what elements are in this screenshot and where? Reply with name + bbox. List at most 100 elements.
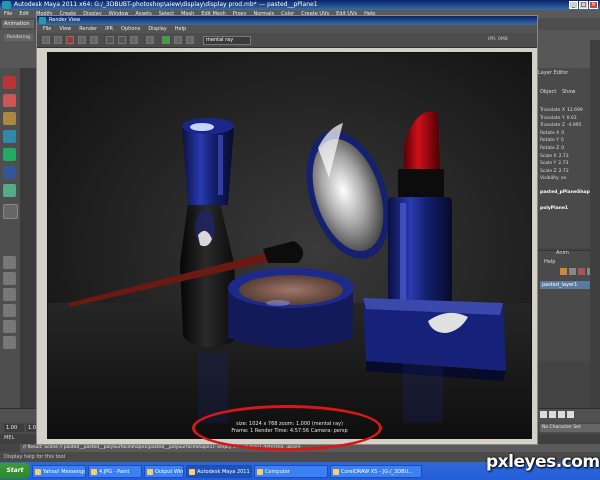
channel-attribute-value[interactable]: -4.995 (567, 123, 582, 128)
persp-graph-layout-icon[interactable] (3, 304, 16, 317)
start-button[interactable]: Start (0, 463, 30, 479)
render-view-menu-item[interactable]: File (43, 25, 51, 33)
task-app-icon (147, 469, 153, 475)
shelf-tab[interactable]: Rendering (4, 34, 33, 41)
single-perspective-layout-icon[interactable] (3, 256, 16, 269)
channel-input-name[interactable]: polyPlane1 (540, 206, 568, 211)
task-label: Yahoo! Messenger (43, 469, 86, 475)
channel-attribute-value[interactable]: 12.699 (567, 108, 583, 113)
channel-attribute-row[interactable]: Rotate Z0 (540, 146, 564, 151)
render-view-menu-item[interactable]: IPR (105, 25, 113, 33)
refresh-ipr-icon[interactable] (90, 36, 98, 44)
channel-attribute-value[interactable]: 2.73 (559, 169, 569, 174)
character-set-dropdown[interactable]: No Character Set (540, 424, 600, 432)
layer-menu-help[interactable]: Help (544, 259, 555, 265)
channel-attribute-row[interactable]: Translate Y 0.03 (540, 116, 577, 121)
channel-attribute-name: Visibility (540, 176, 559, 182)
channel-attribute-row[interactable]: Scale Y 2.73 (540, 161, 568, 166)
layer-tab-anim[interactable]: Anim (556, 250, 569, 256)
move-tool-icon[interactable] (3, 130, 16, 143)
snapshot-icon[interactable] (66, 36, 74, 44)
rgb-channels-icon[interactable] (106, 36, 114, 44)
channel-attribute-name: Rotate Y (540, 138, 559, 144)
hypershade-layout-icon[interactable] (3, 320, 16, 333)
taskbar-task-button[interactable]: 4.JPG - Paint (88, 465, 142, 478)
persp-outliner-layout-icon[interactable] (3, 288, 16, 301)
channel-attribute-row[interactable]: Scale Z 2.73 (540, 169, 569, 174)
real-size-icon[interactable] (146, 36, 154, 44)
lipstick-reflection (403, 353, 443, 423)
maximize-button[interactable]: □ (579, 1, 588, 9)
render-region-icon[interactable] (54, 36, 62, 44)
new-layer-icon[interactable] (560, 268, 567, 275)
scale-tool-icon[interactable] (3, 166, 16, 179)
persp-hypershade-layout-icon[interactable] (3, 336, 16, 349)
four-view-layout-icon[interactable] (3, 272, 16, 285)
menu-set-dropdown[interactable]: Animation (2, 20, 34, 28)
new-layer-selected-icon[interactable] (569, 268, 576, 275)
channel-attribute-value[interactable]: 0 (561, 138, 564, 143)
maya-title-bar: Autodesk Maya 2011 x64: G:/_3DBUBT-photo… (0, 0, 600, 10)
channel-attribute-value[interactable]: on (561, 176, 567, 181)
ipr-icon[interactable] (78, 36, 86, 44)
render-view-menu-item[interactable]: Help (175, 25, 186, 33)
channel-attribute-value[interactable]: 0 (561, 131, 564, 136)
annotation-red-ellipse (192, 405, 382, 451)
renderer-dropdown[interactable]: mental ray (203, 36, 251, 45)
taskbar-task-button[interactable]: CorelDRAW X5 - [G:/_3DBU... (330, 465, 422, 478)
alpha-channel-icon[interactable] (118, 36, 126, 44)
task-label: 4.JPG - Paint (99, 469, 130, 475)
channel-attribute-row[interactable]: Visibility on (540, 176, 566, 181)
keep-image-icon[interactable] (162, 36, 170, 44)
render-view-menu-item[interactable]: View (59, 25, 71, 33)
channel-attribute-row[interactable]: Translate X 12.699 (540, 108, 583, 113)
channel-attribute-row[interactable]: Translate Z -4.995 (540, 123, 581, 128)
maya-menu-item[interactable]: File (4, 10, 12, 18)
display-image-icon[interactable] (186, 36, 194, 44)
step-forward-icon[interactable] (558, 411, 565, 418)
paint-select-tool-icon[interactable] (3, 112, 16, 125)
select-tool-icon[interactable] (3, 76, 16, 89)
remove-image-icon[interactable] (174, 36, 182, 44)
channel-attribute-name: Rotate X (540, 130, 560, 136)
channel-shape-name[interactable]: pasted_pPlaneShape1 (540, 190, 596, 195)
last-tool-icon[interactable] (3, 204, 18, 219)
minimize-button[interactable]: _ (569, 1, 578, 9)
render-view-title-bar[interactable]: Render View (37, 16, 537, 25)
channel-attribute-value[interactable]: 2.73 (558, 161, 568, 166)
channel-attribute-value[interactable]: 0 (561, 146, 564, 151)
rotate-tool-icon[interactable] (3, 148, 16, 161)
play-forward-icon[interactable] (549, 411, 556, 418)
channel-box-tab-object[interactable]: Object (540, 89, 556, 95)
render-view-menu-bar: File View Render IPR Options Display Help (37, 25, 537, 33)
taskbar-task-button[interactable]: Yahoo! Messenger (32, 465, 86, 478)
mel-label[interactable]: MEL (4, 435, 14, 441)
taskbar-task-button[interactable]: Computer (254, 465, 328, 478)
maya-menu-item[interactable]: Edit (19, 10, 29, 18)
channel-attribute-value[interactable]: 2.73 (559, 154, 569, 159)
render-view-menu-item[interactable]: Options (121, 25, 140, 33)
channel-attribute-name: Translate Y (540, 115, 565, 121)
channel-attribute-value[interactable]: 0.03 (567, 116, 577, 121)
channel-attribute-row[interactable]: Rotate Y0 (540, 138, 564, 143)
render-view-menu-item[interactable]: Render (79, 25, 97, 33)
go-to-end-icon[interactable] (567, 411, 574, 418)
close-button[interactable]: × (589, 1, 598, 9)
delete-layer-icon[interactable] (578, 268, 585, 275)
taskbar-task-button[interactable]: Autodesk Maya 2011 ... (186, 465, 252, 478)
channel-attribute-row[interactable]: Rotate X0 (540, 131, 564, 136)
channel-attribute-row[interactable]: Scale X 2.73 (540, 154, 569, 159)
taskbar-task-button[interactable]: Output Window (144, 465, 184, 478)
render-view-menu-item[interactable]: Display (148, 25, 166, 33)
manipulator-tool-icon[interactable] (3, 184, 16, 197)
range-start-field[interactable]: 1.00 (4, 424, 24, 432)
task-label: CorelDRAW X5 - [G:/_3DBU... (341, 469, 413, 475)
task-app-icon (35, 469, 41, 475)
step-back-icon[interactable] (540, 411, 547, 418)
lasso-tool-icon[interactable] (3, 94, 16, 107)
right-panel-scrollbar[interactable] (590, 40, 600, 410)
luminance-icon[interactable] (130, 36, 138, 44)
channel-attribute-name: Translate X (540, 108, 565, 113)
channel-box-tab-show[interactable]: Show (562, 89, 576, 95)
redo-render-icon[interactable] (42, 36, 50, 44)
